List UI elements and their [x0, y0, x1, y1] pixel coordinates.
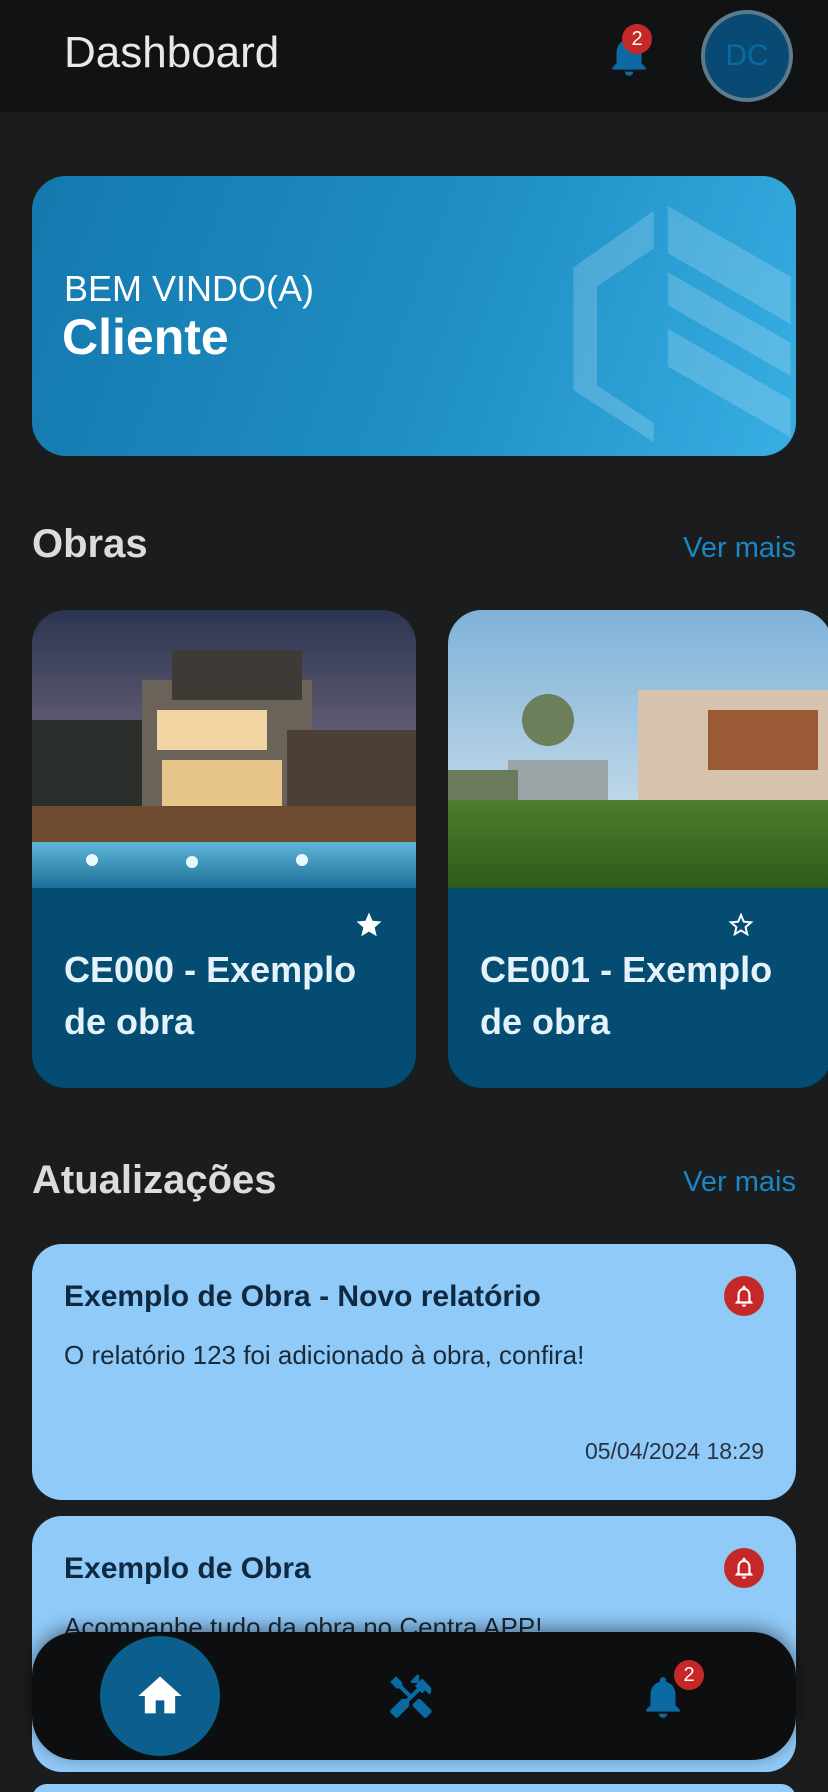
page-title: Dashboard	[64, 28, 280, 77]
welcome-user-name: Cliente	[62, 309, 229, 365]
updates-section-title: Atualizações	[32, 1158, 277, 1202]
update-title: Exemplo de Obra - Novo relatório	[64, 1280, 541, 1313]
obra-photo	[32, 610, 416, 888]
obra-card[interactable]: CE001 - Exemplo de obra	[448, 610, 828, 1088]
obra-card[interactable]: CE000 - Exemplo de obra	[32, 610, 416, 1088]
obra-name: CE000 - Exemplo de obra	[64, 949, 357, 1042]
updates-see-more-link[interactable]: Ver mais	[683, 1166, 796, 1199]
bottom-navigation: 2	[32, 1632, 796, 1760]
obras-section-title: Obras	[32, 522, 148, 566]
alert-bell-icon	[724, 1276, 764, 1316]
obra-name: CE001 - Exemplo de obra	[480, 949, 773, 1042]
update-date: 05/04/2024 18:29	[584, 1438, 764, 1464]
home-icon	[138, 1676, 182, 1714]
tools-icon	[390, 1674, 432, 1718]
update-title: Exemplo de Obra	[64, 1552, 311, 1585]
notification-badge: 2	[622, 24, 652, 54]
update-body: O relatório 123 foi adicionado à obra, c…	[64, 1340, 585, 1370]
obras-see-more-link[interactable]: Ver mais	[683, 532, 796, 565]
welcome-greeting: BEM VINDO(A)	[64, 268, 315, 309]
obra-photo	[448, 610, 828, 888]
star-filled-icon[interactable]	[354, 910, 384, 940]
notification-badge: 2	[674, 1660, 704, 1690]
nav-home-button[interactable]	[100, 1636, 220, 1756]
update-card[interactable]: Exemplo de Obra - Novo relatório O relat…	[32, 1244, 796, 1500]
star-outline-icon[interactable]	[726, 910, 756, 940]
alert-bell-icon	[724, 1548, 764, 1588]
welcome-card: BEM VINDO(A) Cliente	[32, 176, 796, 456]
avatar[interactable]: DC	[701, 10, 793, 102]
nav-tools-button[interactable]	[386, 1672, 436, 1722]
app-header: Dashboard 2 DC	[0, 0, 828, 112]
update-card-peek	[32, 1784, 796, 1792]
brand-logo-watermark	[573, 206, 791, 442]
